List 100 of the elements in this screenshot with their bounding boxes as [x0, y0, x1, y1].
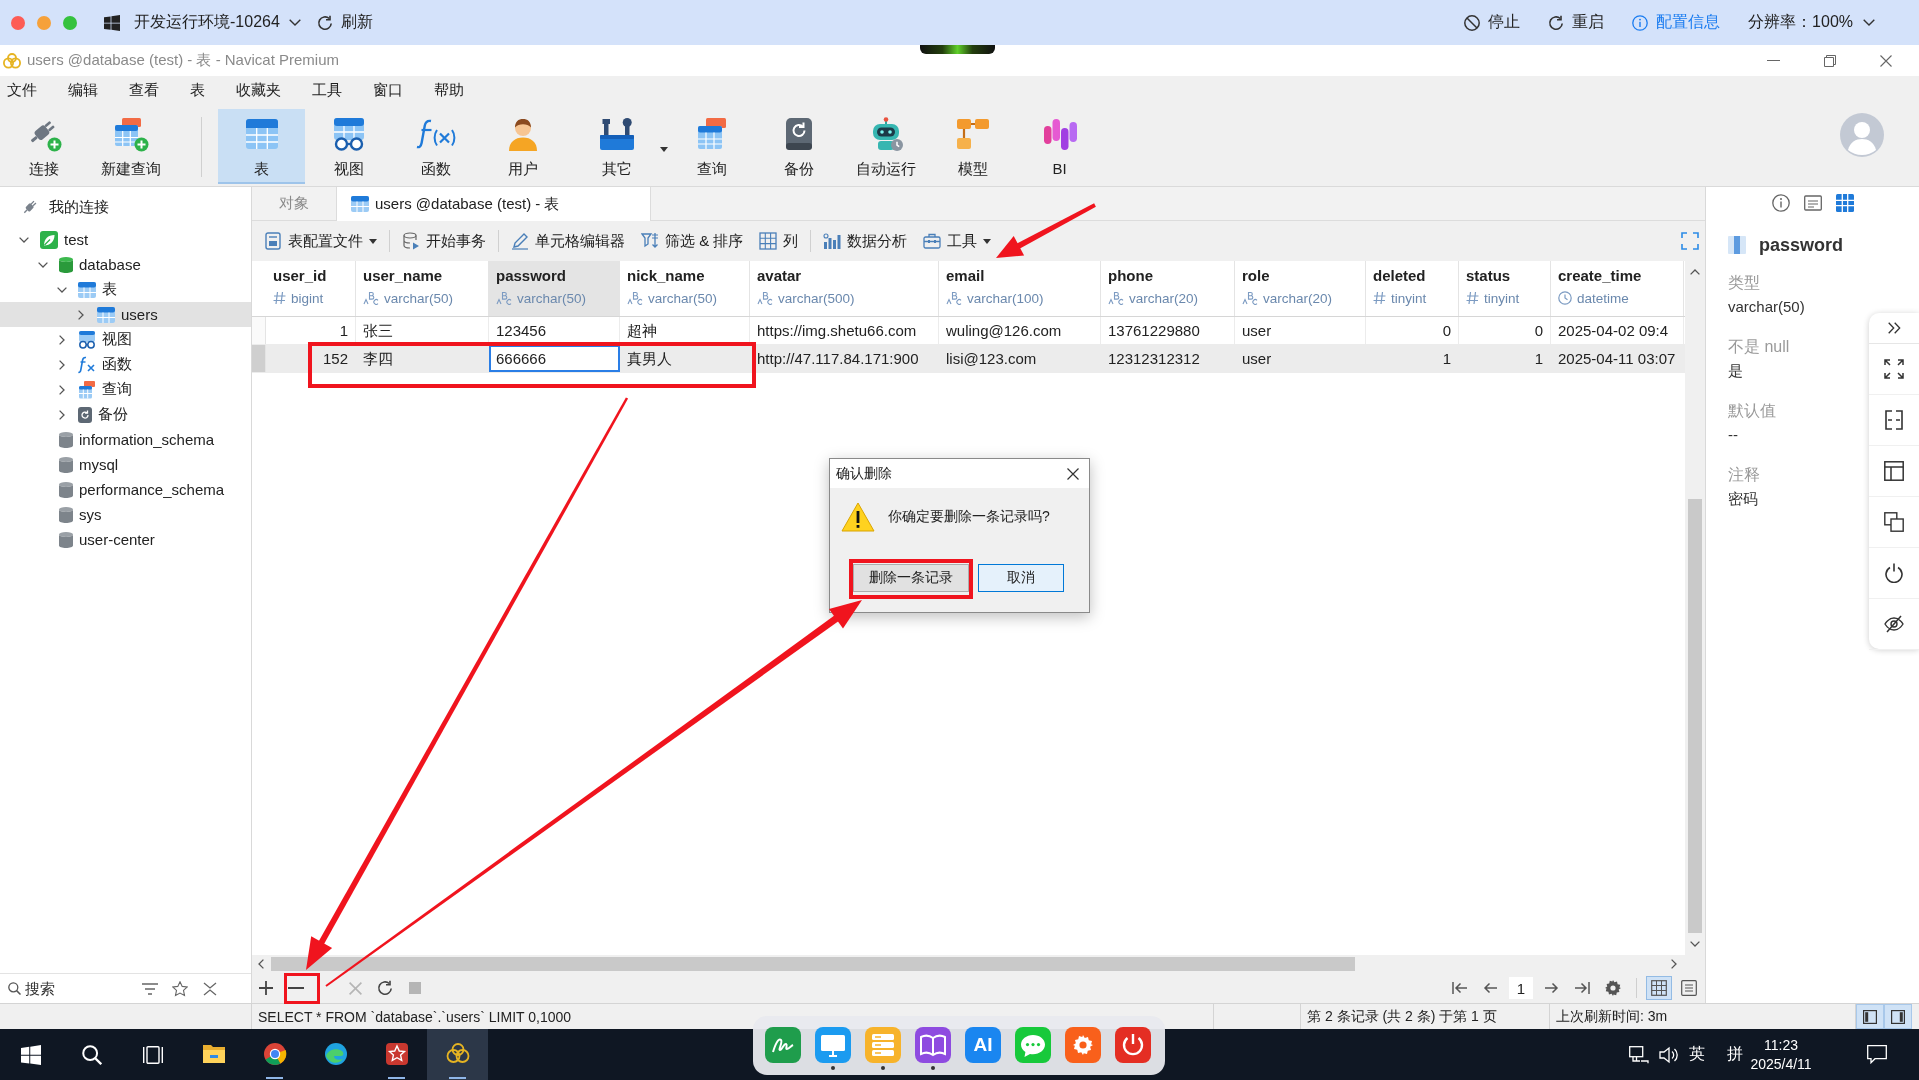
toolbar-button[interactable]: 列	[753, 226, 805, 256]
overlap-squares-icon[interactable]	[1884, 512, 1904, 532]
tree-item[interactable]: sys	[0, 502, 251, 527]
filter-icon[interactable]	[142, 982, 158, 995]
environment-dropdown[interactable]: 开发运行环境-10264	[134, 12, 301, 33]
chevron-right-icon[interactable]	[59, 334, 65, 345]
resolution-dropdown[interactable]: 分辨率：100%	[1748, 12, 1875, 33]
tree-item[interactable]: users	[0, 302, 251, 327]
menu-item[interactable]: 收藏夹	[236, 81, 281, 100]
column-header[interactable]: deleted tinyint	[1366, 261, 1459, 316]
menu-item[interactable]: 帮助	[434, 81, 464, 100]
refresh-button[interactable]: 刷新	[316, 12, 373, 33]
network-icon[interactable]	[1629, 1045, 1649, 1064]
table-cell[interactable]: wuling@126.com	[939, 317, 1101, 344]
table-cell[interactable]: 2025-04-02 09:4	[1551, 317, 1684, 344]
toolbar-button[interactable]: 开始事务	[396, 226, 492, 256]
scroll-up-icon[interactable]	[1690, 269, 1700, 275]
column-header[interactable]: user_id bigint	[266, 261, 356, 316]
info-icon[interactable]	[1772, 194, 1790, 212]
document-lines-icon[interactable]	[1804, 194, 1822, 212]
scroll-right-icon[interactable]	[1671, 959, 1677, 969]
double-chevron-icon[interactable]	[1887, 322, 1901, 334]
first-page-icon[interactable]	[1452, 981, 1468, 995]
column-header[interactable]: nick_name varchar(50)	[620, 261, 750, 316]
panel-toggle-button[interactable]	[1856, 1004, 1884, 1029]
page-field[interactable]: 1	[1509, 977, 1533, 999]
refresh-icon[interactable]	[377, 980, 393, 996]
split-icon[interactable]	[1884, 410, 1904, 430]
toolbar-button[interactable]: 表配置文件	[258, 226, 383, 256]
table-cell[interactable]: 1	[1366, 345, 1459, 372]
toolbar-button[interactable]: 单元格编辑器	[505, 226, 631, 256]
notification-icon[interactable]	[1867, 1045, 1887, 1064]
clock-time[interactable]: 11:23	[1764, 1035, 1798, 1055]
tree-item[interactable]: user-center	[0, 527, 251, 552]
scroll-left-icon[interactable]	[258, 959, 264, 969]
collapse-icon[interactable]	[203, 981, 217, 996]
toolbar-button[interactable]: 其它	[566, 109, 668, 184]
star-icon[interactable]	[172, 980, 188, 997]
gear-icon[interactable]	[1065, 1027, 1101, 1063]
expand-arrows-icon[interactable]	[1884, 359, 1904, 379]
toolbar-button[interactable]: 连接	[0, 109, 87, 184]
menu-item[interactable]: 查看	[129, 81, 159, 100]
table-cell[interactable]: user	[1235, 345, 1366, 372]
column-header[interactable]: email varchar(100)	[939, 261, 1101, 316]
tab[interactable]: users @database (test) - 表	[336, 187, 651, 221]
column-header[interactable]: password varchar(50)	[489, 261, 620, 316]
table-cell[interactable]: 0	[1459, 317, 1551, 344]
menu-item[interactable]: 文件	[7, 81, 37, 100]
taskbar-app-button[interactable]	[427, 1029, 488, 1080]
tree-item[interactable]: performance_schema	[0, 477, 251, 502]
gear-icon[interactable]	[1605, 980, 1621, 996]
toolbar-button[interactable]: 用户	[479, 109, 566, 184]
signature-icon[interactable]	[765, 1027, 801, 1063]
scroll-thumb[interactable]	[1688, 499, 1702, 933]
table-cell[interactable]: 12312312312	[1101, 345, 1235, 372]
column-header[interactable]: role varchar(20)	[1235, 261, 1366, 316]
view-mode-button[interactable]	[1646, 976, 1672, 1000]
toolbar-button[interactable]: 数据分析	[817, 226, 914, 256]
tree-item[interactable]: 查询	[0, 377, 251, 402]
power-icon[interactable]	[1884, 563, 1904, 583]
scroll-thumb[interactable]	[271, 957, 1355, 971]
toolbar-button[interactable]: 工具	[917, 226, 998, 256]
stop-button[interactable]: 停止	[1464, 12, 1521, 33]
table-cell[interactable]: lisi@123.com	[939, 345, 1101, 372]
clock-date[interactable]: 2025/4/11	[1750, 1054, 1812, 1074]
tree-item[interactable]: 函数	[0, 352, 251, 377]
dialog-button[interactable]: 取消	[978, 564, 1064, 592]
tree-item[interactable]: mysql	[0, 452, 251, 477]
monitor-icon[interactable]	[815, 1027, 851, 1063]
table-row[interactable]: 152 李四 666666 真男人 http://47.117.84.171:900 lisi@123.com 12312312312 user 1 1 2025-04-11 03:07	[252, 345, 1685, 373]
table-cell[interactable]: 1	[1459, 345, 1551, 372]
menu-item[interactable]: 表	[190, 81, 205, 100]
toolbar-button[interactable]: 表	[218, 109, 305, 184]
scroll-down-icon[interactable]	[1690, 941, 1700, 947]
menu-item[interactable]: 窗口	[373, 81, 403, 100]
table-cell[interactable]: 2025-04-11 03:07	[1551, 345, 1684, 372]
plus-icon[interactable]	[258, 980, 274, 996]
eye-slash-icon[interactable]	[1884, 614, 1904, 634]
tree-item[interactable]: 表	[0, 277, 251, 302]
input-method-indicator[interactable]: 拼	[1727, 1044, 1743, 1065]
toolbar-button[interactable]: 函数	[392, 109, 479, 184]
chevron-right-icon[interactable]	[59, 359, 65, 370]
table-cell[interactable]: 13761229880	[1101, 317, 1235, 344]
tree-item[interactable]: test	[0, 227, 251, 252]
table-cell[interactable]: user	[1235, 317, 1366, 344]
toolbar-button[interactable]: 模型	[929, 109, 1016, 184]
speaker-icon[interactable]	[1659, 1045, 1679, 1064]
language-indicator[interactable]: 英	[1689, 1044, 1705, 1065]
dialog-button[interactable]: 删除一条记录	[853, 564, 969, 592]
column-header[interactable]: status tinyint	[1459, 261, 1551, 316]
dock-app-button[interactable]: AI	[965, 1027, 1001, 1063]
chevron-down-icon[interactable]	[19, 236, 29, 243]
menu-item[interactable]: 编辑	[68, 81, 98, 100]
chevron-down-icon[interactable]	[38, 261, 48, 268]
book-icon[interactable]	[915, 1027, 951, 1063]
next-page-icon[interactable]	[1544, 981, 1559, 995]
table-row[interactable]: 1 张三 123456 超神 https://img.shetu66.com wuling@126.com 13761229880 user 0 0 2025-04-02 09:4	[252, 317, 1685, 345]
close-icon[interactable]	[1880, 54, 1892, 67]
chevron-down-icon[interactable]	[57, 286, 67, 293]
table-cell[interactable]: 0	[1366, 317, 1459, 344]
